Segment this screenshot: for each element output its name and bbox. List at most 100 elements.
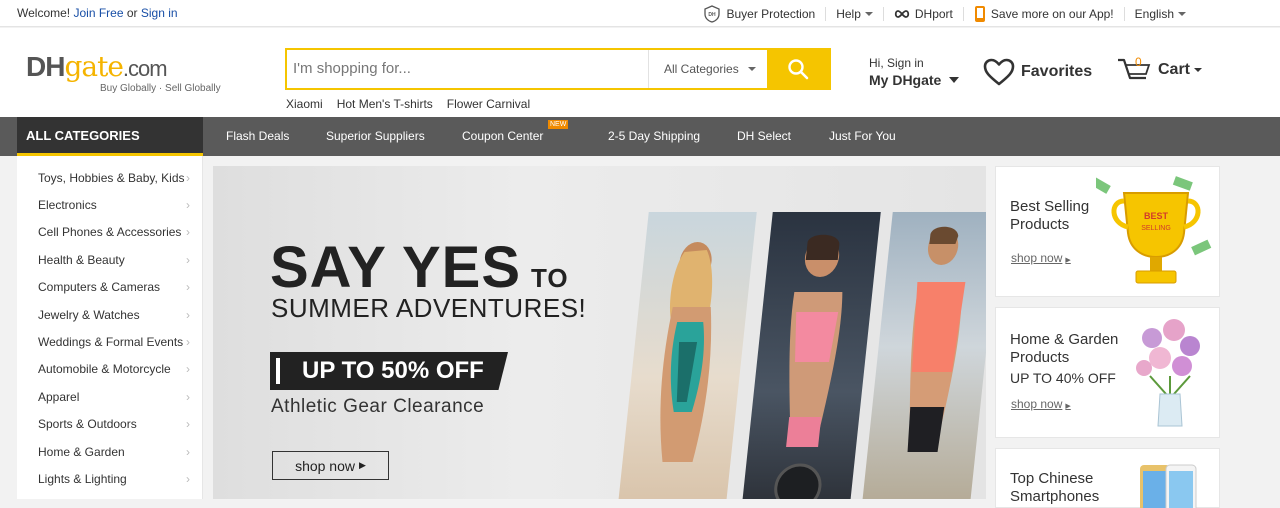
or-label: or [126,6,138,20]
sidebar-category-label: Sports & Outdoors [38,417,137,432]
chevron-right-icon: › [186,307,190,322]
chevron-right-icon: › [186,417,190,432]
sidebar-category-item[interactable]: Sports & Outdoors › [17,411,202,438]
sidebar-category-item[interactable]: Apparel › [17,383,202,410]
app-link[interactable]: Save more on our App! [962,5,1124,22]
sidebar-category-label: Home & Garden [38,444,125,459]
shop-now-link[interactable]: shop now ▶ [1011,397,1071,411]
card-title: Top Chinese Smartphones [1010,470,1100,505]
chevron-down-icon [747,67,756,71]
search-bar: I'm shopping for... All Categories [285,48,831,90]
category-select[interactable]: All Categories [648,50,769,88]
nav-just-for-you[interactable]: Just For You [829,129,896,143]
svg-text:BEST: BEST [1144,211,1169,221]
sign-in-link[interactable]: Sign in [141,6,178,20]
sidebar-category-item[interactable]: Lights & Lighting › [17,465,202,492]
nav-superior-suppliers[interactable]: Superior Suppliers [326,129,462,143]
phone-icon [974,5,985,22]
sidebar-category-label: Automobile & Motorcycle [38,362,171,377]
sidebar-category-item[interactable]: Health & Beauty › [17,246,202,273]
sidebar-category-item[interactable]: Toys, Hobbies & Baby, Kids › [17,164,202,191]
top-bar: Welcome! Join Free or Sign in DH Buyer P… [0,0,1280,27]
app-label: Save more on our App! [990,6,1114,21]
sidebar-category-item[interactable]: Home & Garden › [17,438,202,465]
search-input[interactable]: I'm shopping for... [293,60,411,77]
say-yes-text: SAY YES [270,235,522,300]
join-free-link[interactable]: Join Free [73,6,123,20]
nav-coupon-center[interactable]: Coupon Center NEW [462,120,608,143]
card-title: Home & Garden Products [1010,331,1119,366]
hotword-link[interactable]: Xiaomi [286,97,323,111]
buyer-protection-label: Buyer Protection [726,6,816,21]
arrow-right-icon: ▶ [1065,403,1071,410]
shop-now-label: shop now [295,457,355,474]
my-dhgate-label: My DHgate [869,72,942,88]
cart-count: 0 [1135,55,1142,69]
welcome-text: Welcome! Join Free or Sign in [17,6,178,20]
heart-icon [983,58,1015,86]
dhgate-logo[interactable]: DHgate.com Buy Globally · Sell Globally [26,50,221,94]
discount-ribbon: UP TO 50% OFF [270,352,508,390]
account-menu[interactable]: Hi, Sign in My DHgate [869,56,960,88]
sidebar-category-item[interactable]: Jewelry & Watches › [17,301,202,328]
header: DHgate.com Buy Globally · Sell Globally … [0,28,1280,117]
sidebar-category-item[interactable]: Weddings & Formal Events › [17,328,202,355]
chevron-right-icon: › [186,335,190,350]
buyer-protection-link[interactable]: DH Buyer Protection [694,4,825,23]
to-text: TO [531,263,569,293]
coupon-center-label: Coupon Center [462,129,544,143]
sidebar-category-label: Cell Phones & Accessories [38,225,182,240]
hotword-link[interactable]: Flower Carnival [447,97,530,111]
chevron-right-icon: › [186,225,190,240]
arrow-right-icon: ▶ [1065,257,1071,264]
shop-now-link[interactable]: shop now ▶ [1011,251,1071,265]
sidebar-category-item[interactable]: Automobile & Motorcycle › [17,356,202,383]
svg-text:DH: DH [709,12,717,18]
help-menu[interactable]: Help [825,6,883,21]
cart-button[interactable]: 0 Cart [1116,55,1203,84]
cart-label: Cart [1158,61,1191,78]
favorites-button[interactable]: Favorites [983,58,1092,86]
infinity-icon [894,9,910,18]
shop-now-label: shop now [1011,251,1063,265]
card-discount: UP TO 40% OFF [1010,370,1116,386]
chevron-down-icon [949,77,960,83]
nav-flash-deals[interactable]: Flash Deals [226,129,326,143]
banner-subheadline: SUMMER ADVENTURES! [271,293,587,323]
sidebar-category-label: Lights & Lighting [38,471,127,486]
nav-dh-select[interactable]: DH Select [737,129,829,143]
sidebar-category-item[interactable]: Cell Phones & Accessories › [17,219,202,246]
sidebar-category-label: Health & Beauty [38,252,125,267]
chevron-right-icon: › [186,280,190,295]
trophy-image: BEST SELLING [1096,176,1212,284]
chevron-right-icon: › [186,198,190,213]
all-categories-button[interactable]: ALL CATEGORIES [17,117,203,156]
promo-card-smartphones[interactable]: Top Chinese Smartphones [995,448,1220,508]
sidebar-category-label: Jewelry & Watches [38,307,140,322]
promo-card-best-selling[interactable]: Best Selling Products shop now ▶ BEST SEL… [995,166,1220,297]
logo-com: .com [122,56,168,81]
language-menu[interactable]: English [1123,6,1196,21]
chevron-right-icon: › [186,389,190,404]
language-label: English [1134,6,1174,21]
banner-shop-now-button[interactable]: shop now ▶ [272,451,389,480]
model-photo-running [861,212,986,499]
dhport-link[interactable]: DHport [882,6,963,21]
category-select-label: All Categories [664,62,739,76]
search-button[interactable] [767,50,829,88]
hi-sign-in-label: Hi, Sign in [869,56,924,70]
nav-shipping[interactable]: 2-5 Day Shipping [608,129,737,143]
sidebar-category-item[interactable]: Electronics › [17,191,202,218]
shield-icon: DH [704,4,721,23]
hero-banner[interactable]: SAY YES TO SUMMER ADVENTURES! UP TO 50% O… [213,166,986,499]
sidebar-category-label: Apparel [38,389,80,404]
banner-caption: Athletic Gear Clearance [271,396,485,417]
shop-now-label: shop now [1011,397,1063,411]
category-sidebar: Toys, Hobbies & Baby, Kids › Electronics › C… [17,156,203,499]
chevron-down-icon [1178,11,1186,16]
hotword-link[interactable]: Hot Men's T-shirts [337,97,433,111]
favorites-label: Favorites [1021,63,1093,80]
promo-card-home-garden[interactable]: Home & Garden Products UP TO 40% OFF sho… [995,307,1220,438]
sidebar-category-item[interactable]: Computers & Cameras › [17,274,202,301]
chevron-right-icon: › [186,471,190,486]
